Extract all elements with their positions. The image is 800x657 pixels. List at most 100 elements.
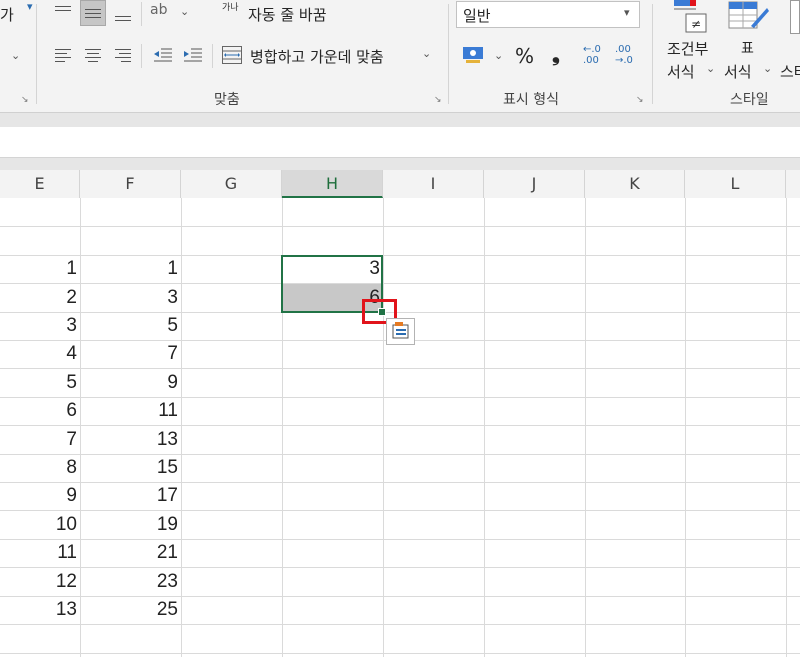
conditional-format-icon[interactable]: ≠ <box>672 0 712 34</box>
format-table-label[interactable]: 표 <box>741 38 754 58</box>
ribbon-bottom-band <box>0 112 800 127</box>
chevron-down-icon[interactable]: ⌄ <box>494 49 503 62</box>
column-header-h[interactable]: H <box>282 170 383 198</box>
column-headers: E F G H I J K L <box>0 170 800 199</box>
cell-e7[interactable]: 5 <box>0 369 80 397</box>
group-separator <box>652 4 653 104</box>
cell-e12[interactable]: 10 <box>0 511 80 539</box>
dialog-launcher-icon[interactable]: ↘ <box>21 96 30 105</box>
cell-f9[interactable]: 13 <box>80 426 181 454</box>
column-header-j[interactable]: J <box>484 170 585 198</box>
dialog-launcher-icon[interactable]: ↘ <box>636 96 645 105</box>
chevron-down-icon[interactable]: ⌄ <box>706 62 715 75</box>
separator <box>141 2 142 26</box>
autofill-options-button[interactable] <box>386 318 415 345</box>
cell-styles-icon[interactable] <box>790 0 800 34</box>
format-table-label-2[interactable]: 서식 <box>724 61 752 82</box>
gridline <box>0 624 800 625</box>
gridline <box>484 198 485 657</box>
cell-f12[interactable]: 19 <box>80 511 181 539</box>
comma-button[interactable]: ❟ <box>552 42 560 66</box>
cell-e13[interactable]: 11 <box>0 539 80 567</box>
cell-f4[interactable]: 3 <box>80 284 181 312</box>
header-gap <box>0 158 800 170</box>
number-format-select[interactable]: 일반 ▾ <box>456 1 640 28</box>
separator <box>141 44 142 68</box>
align-bottom-icon[interactable] <box>110 0 136 26</box>
percent-button[interactable]: % <box>515 44 534 68</box>
cell-e4[interactable]: 2 <box>0 284 80 312</box>
cell-f10[interactable]: 15 <box>80 454 181 482</box>
separator <box>212 44 213 68</box>
column-header-i[interactable]: I <box>383 170 484 198</box>
cell-e3[interactable]: 1 <box>0 255 80 283</box>
chevron-down-icon[interactable]: ⌄ <box>763 62 772 75</box>
cell-f15[interactable]: 25 <box>80 596 181 624</box>
cell-e6[interactable]: 4 <box>0 340 80 368</box>
merge-center-button[interactable]: 병합하고 가운데 맞춤 <box>250 46 384 67</box>
cell-f7[interactable]: 9 <box>80 369 181 397</box>
cell-styles-label[interactable]: 스타 <box>780 61 800 82</box>
gridline <box>786 198 787 657</box>
cell-f14[interactable]: 23 <box>80 568 181 596</box>
cell-f11[interactable]: 17 <box>80 482 181 510</box>
align-center-icon[interactable] <box>80 42 106 68</box>
cell-f6[interactable]: 7 <box>80 340 181 368</box>
align-middle-icon[interactable] <box>80 0 106 26</box>
cell-e10[interactable]: 8 <box>0 454 80 482</box>
cell-e8[interactable]: 6 <box>0 397 80 425</box>
font-fragment-label[interactable]: 가 <box>0 4 14 25</box>
wrap-text-icon: 가나 <box>222 3 239 13</box>
alignment-group-label: 맞춤 <box>214 92 240 108</box>
font-color-dropdown-icon[interactable]: ▾ <box>27 0 33 13</box>
decrease-indent-icon[interactable] <box>150 42 176 68</box>
chevron-down-icon[interactable]: ⌄ <box>422 47 431 60</box>
styles-group-label: 스타일 <box>730 92 769 108</box>
align-top-icon[interactable] <box>50 0 76 26</box>
column-header-l[interactable]: L <box>685 170 786 198</box>
cell-f13[interactable]: 21 <box>80 539 181 567</box>
chevron-down-icon[interactable]: ⌄ <box>11 49 20 62</box>
decrease-decimal-button[interactable]: .00 →.0 <box>615 44 637 66</box>
gridline <box>0 226 800 227</box>
cell-e14[interactable]: 12 <box>0 568 80 596</box>
dialog-launcher-icon[interactable]: ↘ <box>434 96 443 105</box>
column-header-e[interactable]: E <box>0 170 80 198</box>
cell-e11[interactable]: 9 <box>0 482 80 510</box>
formula-bar[interactable] <box>0 127 800 158</box>
align-right-icon[interactable] <box>110 42 136 68</box>
chevron-down-icon[interactable]: ⌄ <box>180 5 189 18</box>
column-header-g[interactable]: G <box>181 170 282 198</box>
cell-e9[interactable]: 7 <box>0 426 80 454</box>
gridline <box>383 198 384 657</box>
not-equal-glyph: ≠ <box>691 17 701 31</box>
align-left-icon[interactable] <box>50 42 76 68</box>
gridline <box>585 198 586 657</box>
gridline <box>181 198 182 657</box>
cell-e5[interactable]: 3 <box>0 312 80 340</box>
merge-center-icon <box>222 46 242 64</box>
wrap-text-button[interactable]: 자동 줄 바꿈 <box>248 4 327 25</box>
column-header-f[interactable]: F <box>80 170 181 198</box>
cell-f3[interactable]: 1 <box>80 255 181 283</box>
gridline <box>0 653 800 654</box>
increase-indent-icon[interactable] <box>180 42 206 68</box>
conditional-format-label-2[interactable]: 서식 <box>667 61 695 82</box>
number-format-value: 일반 <box>463 7 491 25</box>
orientation-icon[interactable]: ab <box>150 2 167 18</box>
currency-icon[interactable] <box>462 44 486 66</box>
format-table-icon[interactable] <box>727 0 769 34</box>
chevron-down-icon: ▾ <box>624 6 630 19</box>
column-header-k[interactable]: K <box>585 170 685 198</box>
cell-e15[interactable]: 13 <box>0 596 80 624</box>
group-separator <box>36 4 37 104</box>
autofill-options-icon <box>392 322 409 339</box>
gridline <box>685 198 686 657</box>
increase-decimal-button[interactable]: ←.0 .00 <box>583 44 603 66</box>
group-separator <box>448 4 449 104</box>
cell-f5[interactable]: 5 <box>80 312 181 340</box>
cell-f8[interactable]: 11 <box>80 397 181 425</box>
number-group-label: 표시 형식 <box>503 92 559 108</box>
ribbon: 가 ▾ ⌄ ↘ ab ⌄ 가나 자동 줄 바꿈 병합하고 가운데 맞춤 ⌄ 맞춤… <box>0 0 800 112</box>
conditional-format-label[interactable]: 조건부 <box>667 38 708 59</box>
